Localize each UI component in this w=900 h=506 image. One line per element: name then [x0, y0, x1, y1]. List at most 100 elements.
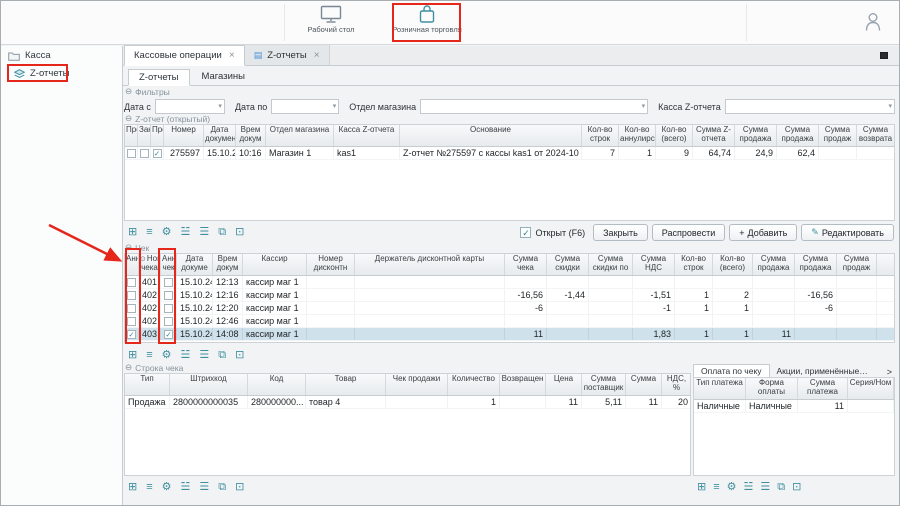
list-marked-icon[interactable]: ☱	[181, 482, 191, 493]
column-header[interactable]: Сумма продажа	[735, 125, 777, 146]
column-header[interactable]: Форма оплаты	[746, 378, 798, 399]
dropdown-icon[interactable]: ▾	[333, 102, 337, 110]
row-checkbox[interactable]	[164, 317, 173, 326]
column-header[interactable]: Тип	[125, 374, 170, 395]
subtab-zreports[interactable]: Z-отчеты	[128, 69, 190, 86]
column-header[interactable]: Цена	[546, 374, 582, 395]
checkbox-cell[interactable]	[161, 302, 177, 314]
dropdown-icon[interactable]: ▾	[218, 102, 222, 110]
table-row[interactable]: НаличныеНаличные11	[694, 400, 894, 413]
column-header[interactable]: Штрихкод	[170, 374, 248, 395]
checkbox-cell[interactable]	[125, 315, 139, 327]
table-icon[interactable]: ⊞	[128, 482, 137, 493]
column-header[interactable]: Сумма скидки по	[589, 254, 633, 275]
table-row[interactable]: ✓403✓15.10.2414:08кассир маг 1111,831111	[125, 328, 894, 341]
receipt-line-section-header[interactable]: ⊖ Строка чека	[124, 362, 691, 373]
collapse-icon[interactable]: ⊖	[125, 363, 132, 372]
column-header[interactable]: Кол-во (всего)	[713, 254, 753, 275]
column-header[interactable]: Анн	[125, 254, 139, 275]
column-header[interactable]: ⊙Номер чека	[139, 254, 161, 275]
list-icon[interactable]: ☰	[760, 482, 770, 493]
column-header[interactable]: Кол-во (всего)	[656, 125, 693, 146]
filter-icon[interactable]: ≡	[713, 482, 719, 493]
subtab-stores[interactable]: Магазины	[192, 69, 255, 85]
row-checkbox[interactable]	[127, 278, 136, 287]
department-input[interactable]: ▾	[420, 99, 648, 114]
column-header[interactable]: Сумма возврата	[857, 125, 895, 146]
row-checkbox[interactable]	[127, 291, 136, 300]
zreport-section-header[interactable]: ⊖ Z-отчет (открытый)	[124, 113, 895, 124]
list-icon[interactable]: ☰	[199, 350, 209, 361]
filter-icon[interactable]: ≡	[146, 350, 152, 361]
checkbox-cell[interactable]	[125, 276, 139, 288]
desktop-nav-button[interactable]: Рабочий стол	[301, 5, 361, 34]
promotions-tab[interactable]: Акции, применённые для ст...	[770, 365, 876, 377]
user-button[interactable]	[865, 12, 881, 37]
table-row[interactable]: 40215.10.2412:20кассир маг 1-6-111-6	[125, 302, 894, 315]
close-button[interactable]: Закрыть	[593, 224, 648, 241]
column-header[interactable]: Про	[125, 125, 138, 146]
column-header[interactable]: Закр	[138, 125, 151, 146]
date-from-input[interactable]: ▾	[155, 99, 225, 114]
filters-section-header[interactable]: ⊖ Фильтры	[124, 86, 895, 97]
column-header[interactable]: Сумма поставщик	[582, 374, 626, 395]
settings-icon[interactable]: ⚙	[162, 227, 172, 238]
table-row[interactable]: 40115.10.2412:13кассир маг 1	[125, 276, 894, 289]
table-icon[interactable]: ⊞	[697, 482, 706, 493]
add-button[interactable]: + Добавить	[729, 224, 797, 241]
column-header[interactable]: Отдел магазина	[266, 125, 334, 146]
column-header[interactable]: Кол-во аннулирс	[619, 125, 656, 146]
open-filter-checkbox[interactable]: ✓ Открыт (F6)	[520, 227, 585, 238]
checkbox-cell[interactable]	[125, 289, 139, 301]
row-checkbox[interactable]	[164, 291, 173, 300]
export-icon[interactable]: ⧉	[777, 482, 785, 493]
table-row[interactable]: 40215.10.2412:46кассир маг 1	[125, 315, 894, 328]
row-checkbox[interactable]	[164, 304, 173, 313]
checkbox-check-icon[interactable]: ✓	[520, 227, 531, 238]
column-header[interactable]: Врем докум	[213, 254, 243, 275]
column-header[interactable]: Сумма НДС	[633, 254, 675, 275]
edit-button[interactable]: ✎ Редактировать	[801, 224, 894, 241]
column-header[interactable]: Чек продажи	[386, 374, 448, 395]
date-to-input[interactable]: ▾	[271, 99, 339, 114]
duplicate-icon[interactable]: ⊡	[235, 482, 244, 493]
column-header[interactable]: Сумма продаж	[837, 254, 877, 275]
table-icon[interactable]: ⊞	[128, 350, 137, 361]
settings-icon[interactable]: ⚙	[727, 482, 737, 493]
column-header[interactable]: Товар	[306, 374, 386, 395]
tab-scroll-right-icon[interactable]: >	[884, 367, 895, 377]
duplicate-icon[interactable]: ⊡	[235, 350, 244, 361]
list-marked-icon[interactable]: ☱	[744, 482, 754, 493]
list-icon[interactable]: ☰	[199, 227, 209, 238]
column-header[interactable]: Про	[151, 125, 164, 146]
tab-zreports[interactable]: ▤ Z-отчеты ×	[245, 45, 330, 65]
list-marked-icon[interactable]: ☱	[181, 350, 191, 361]
receipt-section-header[interactable]: ⊖ Чек	[124, 242, 895, 253]
table-row[interactable]: ✓27559715.10.2410:16Магазин 1kas1Z-отчет…	[125, 147, 894, 160]
column-header[interactable]: Кол-во строк	[582, 125, 619, 146]
settings-icon[interactable]: ⚙	[162, 350, 172, 361]
collapse-icon[interactable]: ⊖	[125, 87, 132, 96]
column-header[interactable]: Касса Z-отчета	[334, 125, 400, 146]
column-header[interactable]: Сумма продажа	[777, 125, 819, 146]
column-header[interactable]: Врем докум	[236, 125, 266, 146]
column-header[interactable]: Держатель дисконтной карты	[355, 254, 505, 275]
checkbox-cell[interactable]: ✓	[161, 328, 177, 340]
payment-tab[interactable]: Оплата по чеку	[693, 364, 770, 377]
list-marked-icon[interactable]: ☱	[181, 227, 191, 238]
settings-icon[interactable]: ⚙	[162, 482, 172, 493]
checkbox-cell[interactable]	[161, 315, 177, 327]
column-header[interactable]: Основание	[400, 125, 582, 146]
row-checkbox[interactable]: ✓	[164, 330, 173, 339]
sidebar-item-zreports[interactable]: Z-отчеты	[1, 64, 122, 82]
checkbox-cell[interactable]	[125, 147, 138, 159]
column-header[interactable]: Сумма скидки	[547, 254, 589, 275]
checkbox-cell[interactable]	[125, 302, 139, 314]
sidebar-item-kassa[interactable]: Касса	[1, 46, 122, 64]
export-icon[interactable]: ⧉	[218, 350, 226, 361]
checkbox-cell[interactable]	[161, 289, 177, 301]
retail-nav-button[interactable]: Розничная торговля	[394, 5, 460, 34]
column-header[interactable]: НДС, %	[662, 374, 691, 395]
column-header[interactable]: Тип платежа	[694, 378, 746, 399]
row-checkbox[interactable]	[127, 317, 136, 326]
